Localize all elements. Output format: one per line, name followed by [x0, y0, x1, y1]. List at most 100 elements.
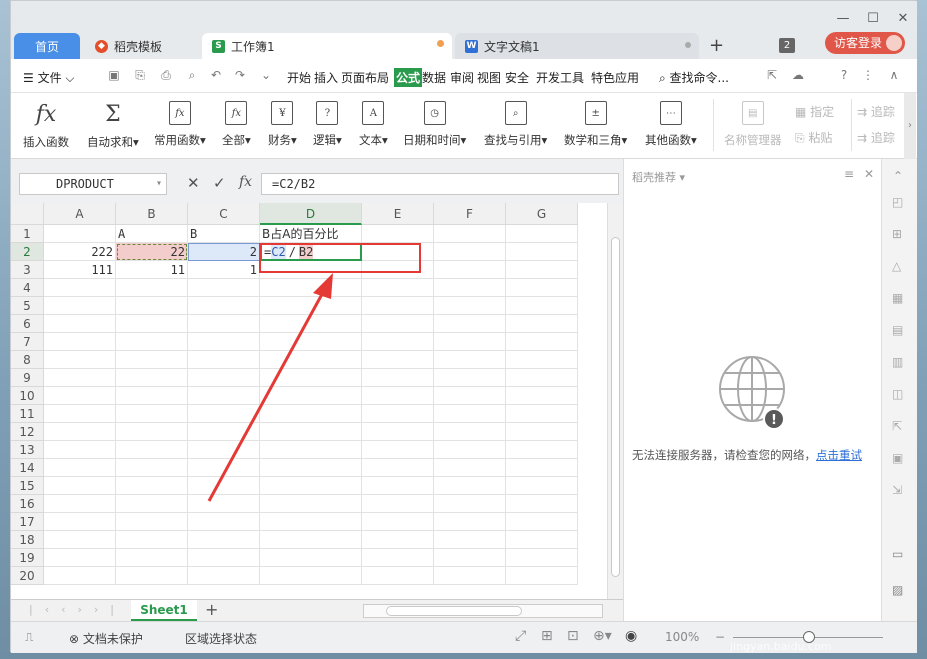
menu-tab-0[interactable]: 开始 [287, 69, 311, 86]
cell-a12[interactable] [44, 423, 116, 441]
new-tab-plus-icon[interactable]: + [709, 35, 724, 56]
zoom-level[interactable]: 100% [665, 630, 699, 644]
cell-g13[interactable] [506, 441, 578, 459]
row-header[interactable]: 12 [11, 423, 44, 441]
paste-name-button[interactable]: ⎘ 粘贴 [795, 129, 832, 146]
export-pdf-icon[interactable]: ⎘ [133, 68, 147, 82]
maximize-icon[interactable]: ☐ [863, 11, 883, 27]
column-header[interactable]: B [116, 203, 188, 225]
menu-tab-3[interactable]: 公式 [394, 68, 423, 87]
cell-f1[interactable] [434, 225, 506, 243]
cell-e9[interactable] [362, 369, 434, 387]
cell-f5[interactable] [434, 297, 506, 315]
math-trig-button[interactable]: ± 数学和三角▾ [564, 101, 627, 148]
collapse-ribbon-icon[interactable]: ∧ [887, 68, 901, 82]
cell-a7[interactable] [44, 333, 116, 351]
cell-f10[interactable] [434, 387, 506, 405]
cell-e11[interactable] [362, 405, 434, 423]
menu-tab-1[interactable]: 插入 [314, 69, 338, 86]
retry-link[interactable]: 点击重试 [816, 448, 862, 462]
page-break-view-icon[interactable]: ⊡ [567, 628, 579, 644]
cell-g9[interactable] [506, 369, 578, 387]
menu-tab-8[interactable]: 开发工具 [536, 69, 584, 86]
cell-b17[interactable] [116, 513, 188, 531]
cell-f3[interactable] [434, 261, 506, 279]
tab-home[interactable]: 首页 [14, 33, 80, 59]
cell-e8[interactable] [362, 351, 434, 369]
tab-docer[interactable]: ◆ 稻壳模板 [85, 33, 199, 59]
row-header[interactable]: 3 [11, 261, 44, 279]
cell-g5[interactable] [506, 297, 578, 315]
cell-f14[interactable] [434, 459, 506, 477]
menu-tab-9[interactable]: 特色应用 [591, 69, 639, 86]
column-header[interactable]: G [506, 203, 578, 225]
cell-a6[interactable] [44, 315, 116, 333]
eye-protect-icon[interactable]: ◉ [625, 628, 637, 644]
cell-e14[interactable] [362, 459, 434, 477]
cell-g17[interactable] [506, 513, 578, 531]
save-icon[interactable]: ▣ [107, 68, 121, 82]
side-tool-1-icon[interactable]: ◰ [892, 195, 903, 209]
formula-input[interactable]: =C2/B2 [261, 173, 619, 195]
cell-f2[interactable] [434, 243, 506, 261]
cell-a4[interactable] [44, 279, 116, 297]
cell-e18[interactable] [362, 531, 434, 549]
tab-close-dot-icon[interactable] [685, 42, 691, 48]
cell-c17[interactable] [188, 513, 260, 531]
cell-e4[interactable] [362, 279, 434, 297]
share-icon[interactable]: ⇱ [765, 68, 779, 82]
row-header[interactable]: 7 [11, 333, 44, 351]
cell-a1[interactable] [44, 225, 116, 243]
cell-c19[interactable] [188, 549, 260, 567]
close-icon[interactable]: ✕ [893, 11, 913, 27]
other-functions-button[interactable]: ⋯ 其他函数▾ [645, 101, 697, 148]
row-header[interactable]: 9 [11, 369, 44, 387]
side-box-icon[interactable]: ▭ [892, 547, 903, 561]
row-header[interactable]: 17 [11, 513, 44, 531]
side-tool-3-icon[interactable]: △ [892, 259, 901, 273]
cell-f19[interactable] [434, 549, 506, 567]
cell-f18[interactable] [434, 531, 506, 549]
all-functions-button[interactable]: fx 全部▾ [222, 101, 251, 148]
menu-tab-6[interactable]: 视图 [477, 69, 501, 86]
cell-d1[interactable]: B占A的百分比 [260, 225, 362, 243]
cell-e6[interactable] [362, 315, 434, 333]
select-all-corner[interactable] [11, 203, 44, 225]
cell-g16[interactable] [506, 495, 578, 513]
cell-b2[interactable]: 22 [116, 243, 188, 261]
tab-workbook[interactable]: S 工作簿1 [202, 33, 452, 59]
column-header[interactable]: D [260, 203, 362, 225]
row-header[interactable]: 4 [11, 279, 44, 297]
cell-b7[interactable] [116, 333, 188, 351]
cell-a18[interactable] [44, 531, 116, 549]
cell-g3[interactable] [506, 261, 578, 279]
search-command[interactable]: ⌕ 查找命令... [659, 69, 729, 86]
column-header[interactable]: A [44, 203, 116, 225]
cell-b12[interactable] [116, 423, 188, 441]
cell-b6[interactable] [116, 315, 188, 333]
cell-a19[interactable] [44, 549, 116, 567]
cell-e5[interactable] [362, 297, 434, 315]
cell-b9[interactable] [116, 369, 188, 387]
side-tool-8-icon[interactable]: ⇱ [892, 419, 902, 433]
row-header[interactable]: 16 [11, 495, 44, 513]
trace-precedents-button[interactable]: ⇉ 追踪 [857, 103, 895, 120]
confirm-formula-icon[interactable]: ✓ [213, 174, 226, 192]
horizontal-scrollbar[interactable] [363, 604, 603, 618]
vertical-scroll-thumb[interactable] [611, 237, 620, 577]
side-chevron-up-icon[interactable]: ⌃ [893, 169, 903, 183]
row-header[interactable]: 2 [11, 243, 44, 261]
cell-a8[interactable] [44, 351, 116, 369]
cell-f8[interactable] [434, 351, 506, 369]
cell-b1[interactable]: A [116, 225, 188, 243]
row-header[interactable]: 10 [11, 387, 44, 405]
trace-dependents-button[interactable]: ⇉ 追踪 [857, 129, 895, 146]
login-button[interactable]: 访客登录 [825, 32, 905, 54]
cell-e1[interactable] [362, 225, 434, 243]
add-sheet-icon[interactable]: + [205, 600, 218, 619]
text-button[interactable]: A 文本▾ [359, 101, 388, 148]
status-tool-icon[interactable]: ⎍ [25, 630, 33, 645]
cell-a14[interactable] [44, 459, 116, 477]
cell-a2[interactable]: 222 [44, 243, 116, 261]
cell-f15[interactable] [434, 477, 506, 495]
